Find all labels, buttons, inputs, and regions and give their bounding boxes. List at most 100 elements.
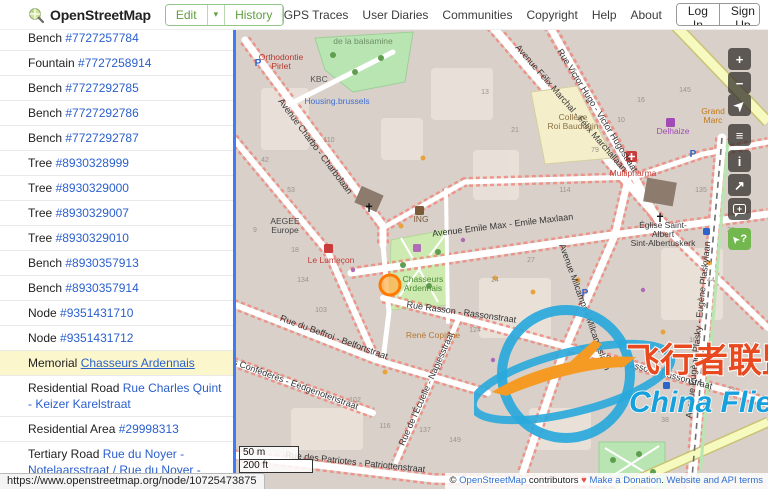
feature-link[interactable]: Chasseurs Ardennais <box>81 356 195 370</box>
feature-link[interactable]: #8930357913 <box>65 256 138 270</box>
poi-label: Delhaize <box>656 126 689 136</box>
feature-row[interactable]: Tree #8930329007 <box>0 201 233 226</box>
feature-link[interactable]: #8930329010 <box>56 231 129 245</box>
locate-button[interactable]: ➤ <box>728 94 751 116</box>
feature-link[interactable]: #7727292787 <box>65 131 138 145</box>
nav-link-gps-traces[interactable]: GPS Traces <box>284 8 349 22</box>
zoom-out-button[interactable]: − <box>728 72 751 94</box>
house-number: 21 <box>511 127 519 134</box>
map-canvas[interactable]: ✝ ✝ P P P Avenue Charbo - Charbolaan Ave… <box>233 30 768 489</box>
house-number: 145 <box>679 87 691 94</box>
layers-icon: ≡ <box>735 127 744 143</box>
osm-brand[interactable]: OpenStreetMap <box>28 7 151 23</box>
plus-icon: + <box>735 51 744 67</box>
feature-row[interactable]: Node #9351431712 <box>0 326 233 351</box>
feature-type: Residential Area <box>28 422 119 436</box>
sidebar-map-divider <box>233 30 236 489</box>
add-note-button[interactable]: + <box>728 198 751 220</box>
house-number: 24 <box>491 277 499 284</box>
feature-link[interactable]: #8930329000 <box>56 181 129 195</box>
feature-link[interactable]: #29998313 <box>119 422 179 436</box>
house-number: 16 <box>637 97 645 104</box>
feature-link[interactable]: #7727257784 <box>65 31 138 45</box>
parking-icon: P <box>690 149 697 160</box>
nav-link-communities[interactable]: Communities <box>442 8 512 22</box>
feature-link[interactable]: #7727292786 <box>65 106 138 120</box>
feature-type: Fountain <box>28 56 79 70</box>
copyright-symbol: © <box>449 475 460 486</box>
house-number: 13 <box>481 89 489 96</box>
poi-label: KBC <box>310 74 327 84</box>
feature-link[interactable]: #8930329007 <box>56 206 129 220</box>
poi-label: Housing.brussels <box>304 96 369 106</box>
query-result-marker[interactable] <box>378 273 402 297</box>
feature-link[interactable]: #7727258914 <box>78 56 151 70</box>
feature-link[interactable]: #9351431712 <box>60 331 133 345</box>
signup-button[interactable]: Sign Up <box>718 4 759 25</box>
feature-row[interactable]: Node #9351431710 <box>0 301 233 326</box>
auth-buttons: Log In Sign Up <box>675 3 760 26</box>
house-number: 44 <box>707 277 715 284</box>
tram-stop-icon <box>703 228 710 235</box>
house-number: 102 <box>349 397 361 404</box>
feature-type: Tree <box>28 156 56 170</box>
edit-dropdown-caret[interactable]: ▾ <box>206 4 225 25</box>
history-button[interactable]: History <box>224 4 283 25</box>
feature-row[interactable]: Bench #7727257784 <box>0 30 233 51</box>
share-button[interactable]: ↗ <box>728 174 751 196</box>
street-square-east <box>444 188 450 324</box>
feature-row[interactable]: Residential Area #29998313 <box>0 417 233 442</box>
nav-link-copyright[interactable]: Copyright <box>526 8 577 22</box>
map-viewport[interactable]: ✝ ✝ P P P Avenue Charbo - Charbolaan Ave… <box>233 30 768 489</box>
feature-row[interactable]: Tree #8930329010 <box>0 226 233 251</box>
feature-type: Tree <box>28 181 56 195</box>
osm-attribution-link[interactable]: OpenStreetMap <box>459 475 526 486</box>
house-number: 42 <box>261 157 269 164</box>
house-number: 149 <box>449 437 461 444</box>
feature-link[interactable]: #7727292785 <box>65 81 138 95</box>
poi-label: Chasseurs Ardennais <box>403 274 444 293</box>
donate-link[interactable]: Make a Donation <box>589 475 661 486</box>
query-features-button[interactable]: ➤? <box>728 228 751 250</box>
feature-type: Bench <box>28 256 66 270</box>
feature-type: Tree <box>28 231 56 245</box>
scale-bar: 50 m 200 ft <box>239 446 313 473</box>
feature-row[interactable]: Fountain #7727258914 <box>0 51 233 76</box>
minus-icon: − <box>735 75 744 91</box>
feature-type: Node <box>28 306 61 320</box>
note-bubble-icon: + <box>733 204 746 217</box>
feature-row[interactable]: Bench #7727292787 <box>0 126 233 151</box>
feature-row[interactable]: Bench #7727292786 <box>0 101 233 126</box>
house-number: 53 <box>287 187 295 194</box>
feature-row[interactable]: Bench #8930357913 <box>0 251 233 276</box>
locate-arrow-icon: ➤ <box>730 95 749 115</box>
feature-row[interactable]: Tree #8930329000 <box>0 176 233 201</box>
nav-link-user-diaries[interactable]: User Diaries <box>362 8 428 22</box>
info-button[interactable]: i <box>728 150 751 172</box>
edit-button[interactable]: Edit <box>165 4 207 25</box>
house-number: 27 <box>527 257 535 264</box>
feature-link[interactable]: #8930328999 <box>56 156 129 170</box>
eglise-saint-albert-building <box>643 177 677 207</box>
feature-type: Memorial <box>28 356 81 370</box>
login-button[interactable]: Log In <box>676 4 719 25</box>
feature-type: Residential Road <box>28 381 123 395</box>
top-navbar: OpenStreetMap Edit ▾ History Export GPS … <box>0 0 768 30</box>
feature-row[interactable]: Memorial Chasseurs Ardennais <box>0 351 233 376</box>
house-number: 18 <box>291 247 299 254</box>
house-number: 134 <box>297 277 309 284</box>
feature-row[interactable]: Tree #8930328999 <box>0 151 233 176</box>
map-attribution: © OpenStreetMap contributors ♥ Make a Do… <box>444 473 768 489</box>
zoom-in-button[interactable]: + <box>728 48 751 70</box>
poi-label: Multipharma <box>610 168 657 178</box>
nav-link-about[interactable]: About <box>631 8 662 22</box>
house-number: 124 <box>469 327 481 334</box>
terms-link[interactable]: Website and API terms <box>667 475 763 486</box>
feature-row[interactable]: Residential Road Rue Charles Quint - Kei… <box>0 376 233 417</box>
feature-link[interactable]: #9351431710 <box>60 306 133 320</box>
feature-row[interactable]: Bench #8930357914 <box>0 276 233 301</box>
feature-row[interactable]: Bench #7727292785 <box>0 76 233 101</box>
feature-link[interactable]: #8930357914 <box>65 281 138 295</box>
layers-button[interactable]: ≡ <box>728 124 751 146</box>
nav-link-help[interactable]: Help <box>592 8 617 22</box>
